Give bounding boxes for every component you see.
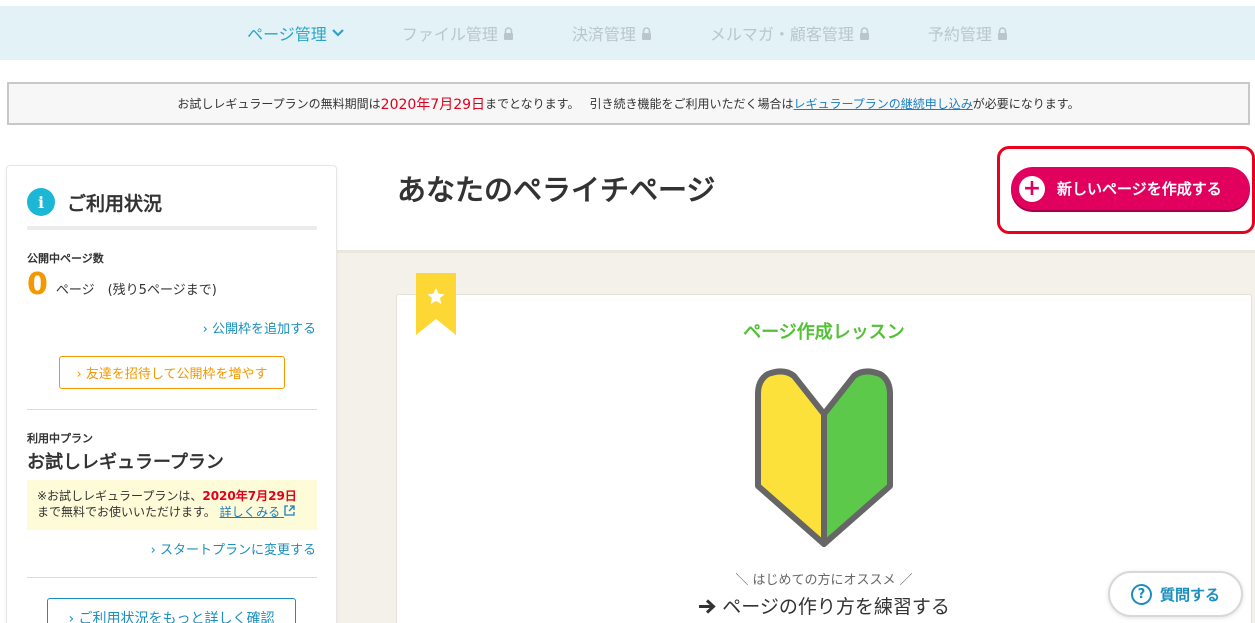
published-pages-label: 公開中ページ数 — [27, 252, 104, 265]
create-new-page-button[interactable]: + 新しいページを作成する — [1011, 167, 1250, 210]
external-link-icon — [284, 505, 295, 519]
plan-note-date: 2020年7月29日 — [202, 489, 297, 503]
page-count-text: ページ (残り5ページまで) — [55, 283, 217, 298]
header-divider — [336, 250, 1255, 253]
help-question-button[interactable]: ? 質問する — [1108, 571, 1243, 617]
divider — [27, 226, 317, 230]
notice-text: お試しレギュラープランの無料期間は — [177, 97, 381, 111]
published-pages-count: 0 ページ (残り5ページまで) — [27, 270, 217, 300]
usage-details-button[interactable]: › ご利用状況をもっと詳しく確認 — [47, 598, 296, 623]
divider — [27, 577, 317, 578]
practice-page-label: ページの作り方を練習する — [722, 596, 950, 618]
notice-text: 引き続き機能をご利用いただく場合は — [589, 97, 794, 111]
usage-status-panel: i ご利用状況 公開中ページ数 0 ページ (残り5ページまで) › 公開枠を追… — [6, 165, 337, 623]
lock-icon — [859, 26, 870, 40]
invite-friends-button[interactable]: › 友達を招待して公開枠を増やす — [59, 356, 285, 389]
page-title: あなたのペライチページ — [397, 173, 716, 207]
nav-item-label: ファイル管理 — [401, 25, 498, 44]
info-icon: i — [27, 188, 55, 216]
chevron-down-icon — [332, 29, 344, 37]
nav-item-label: 予約管理 — [927, 25, 992, 44]
page-count-number: 0 — [27, 267, 48, 302]
create-new-page-label: 新しいページを作成する — [1057, 180, 1222, 198]
change-to-start-plan-link[interactable]: › スタートプランに変更する — [151, 539, 316, 558]
plan-note-text: まで無料でお使いいただけます。 — [37, 505, 216, 519]
nav-item-mail-customer-management[interactable]: メルマガ・顧客管理 — [681, 21, 899, 45]
lock-icon — [503, 26, 514, 40]
lock-icon — [997, 26, 1008, 40]
divider — [27, 409, 317, 410]
nav-item-label: ページ管理 — [247, 25, 327, 44]
trial-notice-bar: お試しレギュラープランの無料期間は 2020年7月29日 までとなります。 引き… — [7, 82, 1250, 125]
plus-icon: + — [1019, 175, 1045, 202]
add-publish-slot-link[interactable]: › 公開枠を追加する — [203, 318, 316, 337]
notice-text: までとなります。 — [485, 97, 580, 111]
nav-item-reservation-management[interactable]: 予約管理 — [899, 21, 1037, 45]
regular-plan-continue-link[interactable]: レギュラープランの継続申し込み — [794, 95, 973, 112]
lock-icon — [641, 26, 652, 40]
nav-item-file-management[interactable]: ファイル管理 — [373, 21, 543, 45]
top-nav: ページ管理 ファイル管理 決済管理 メルマガ・顧客管理 予約管理 — [0, 6, 1255, 60]
lesson-title: ページ作成レッスン — [743, 322, 905, 343]
current-plan-label: 利用中プラン — [27, 432, 93, 445]
nav-item-page-management[interactable]: ページ管理 — [218, 21, 373, 45]
usage-status-header: i ご利用状況 — [27, 188, 162, 216]
nav-item-label: 決済管理 — [571, 25, 636, 44]
notice-text: が必要になります。 — [972, 97, 1080, 111]
plan-trial-note: ※お試しレギュラープランは、2020年7月29日 まで無料でお使いいただけます。… — [27, 480, 317, 530]
arrow-right-icon — [698, 596, 716, 618]
usage-status-title: ご利用状況 — [67, 192, 163, 215]
notice-date: 2020年7月29日 — [380, 96, 486, 113]
nav-item-label: メルマガ・顧客管理 — [709, 25, 854, 44]
plan-details-link-label: 詳しくみる — [219, 505, 281, 519]
beginner-mark-icon — [755, 368, 893, 547]
question-icon: ? — [1130, 583, 1152, 605]
plan-note-text: ※お試しレギュラープランは、 — [37, 489, 203, 503]
plan-details-link[interactable]: 詳しくみる — [220, 505, 295, 519]
help-label: 質問する — [1159, 585, 1220, 604]
current-plan-name: お試しレギュラープラン — [27, 452, 224, 473]
nav-item-payment-management[interactable]: 決済管理 — [543, 21, 681, 45]
